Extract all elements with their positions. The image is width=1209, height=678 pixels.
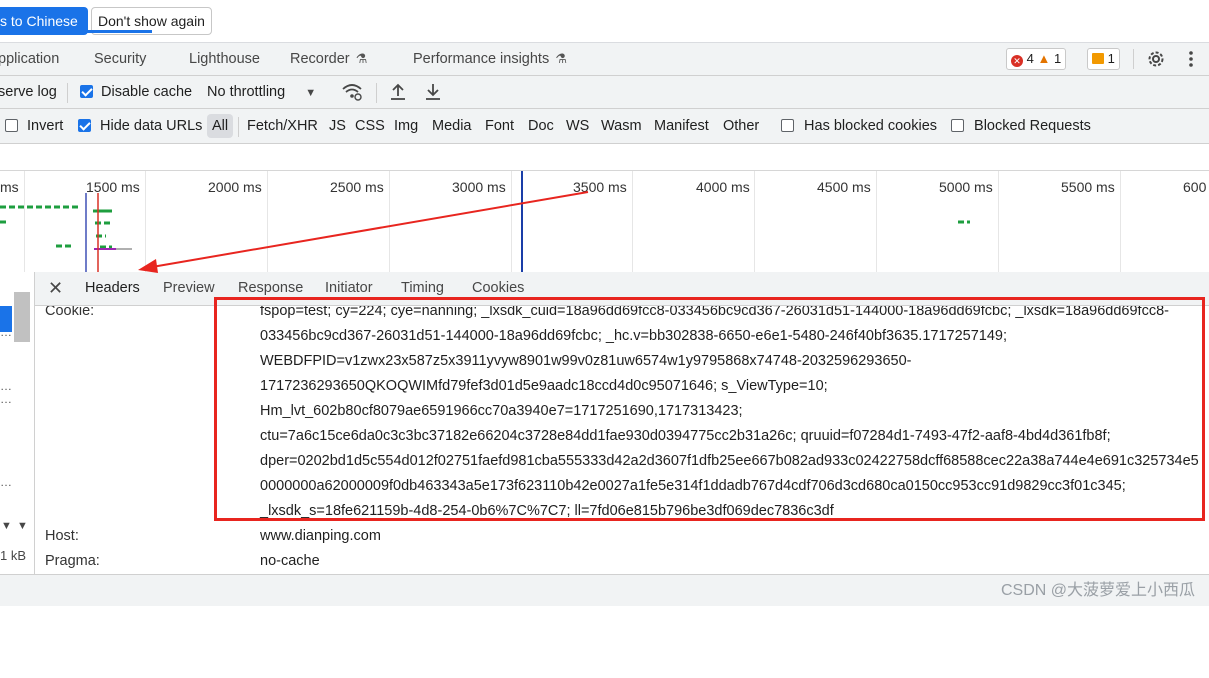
tab-security[interactable]: Security bbox=[94, 51, 146, 67]
filter-js[interactable]: JS bbox=[329, 118, 346, 134]
header-key-cookie: Cookie: bbox=[45, 306, 95, 319]
throttling-value: No throttling bbox=[207, 84, 286, 100]
network-toolbar: serve log Disable cache No throttling ▼ bbox=[0, 76, 1209, 109]
tab-headers[interactable]: Headers bbox=[85, 280, 140, 296]
row-truncation: … bbox=[0, 392, 12, 406]
more-options-icon[interactable] bbox=[1186, 50, 1196, 68]
blocked-requests-label: Blocked Requests bbox=[974, 118, 1091, 134]
issues-counter[interactable]: 1 bbox=[1087, 48, 1120, 70]
filter-other[interactable]: Other bbox=[723, 118, 759, 134]
flask-icon: ⚗ bbox=[355, 51, 368, 66]
issues-count: 1 bbox=[1107, 51, 1115, 66]
filter-ws[interactable]: WS bbox=[566, 118, 589, 134]
export-har-icon[interactable] bbox=[424, 82, 442, 102]
tab-preview[interactable]: Preview bbox=[163, 280, 215, 296]
tab-performance-insights-label: Performance insights bbox=[413, 51, 550, 67]
header-value-host: www.dianping.com bbox=[260, 528, 381, 544]
filter-doc[interactable]: Doc bbox=[528, 118, 554, 134]
filter-manifest[interactable]: Manifest bbox=[654, 118, 709, 134]
row-truncation: … bbox=[0, 379, 12, 393]
scrollbar-thumb[interactable] bbox=[14, 292, 30, 342]
header-value-pragma: no-cache bbox=[260, 553, 320, 569]
throttling-select[interactable]: No throttling ▼ bbox=[207, 84, 316, 100]
checkbox-checked-icon bbox=[78, 119, 91, 132]
console-counters[interactable]: ✕ 4 ▲ 1 bbox=[1006, 48, 1067, 70]
filter-bar: Invert Hide data URLs All Fetch/XHR JS C… bbox=[0, 109, 1209, 144]
tab-initiator[interactable]: Initiator bbox=[325, 280, 373, 296]
row-truncation: … bbox=[0, 475, 12, 489]
network-overview[interactable]: ms 1500 ms 2000 ms 2500 ms 3000 ms 3500 … bbox=[0, 170, 1209, 273]
tab-response[interactable]: Response bbox=[238, 280, 303, 296]
divider bbox=[238, 117, 239, 137]
flask-icon: ⚗ bbox=[555, 51, 567, 66]
filter-fetch-xhr[interactable]: Fetch/XHR bbox=[247, 118, 318, 134]
watermark: CSDN @大菠萝爱上小西瓜 bbox=[1000, 582, 1195, 599]
tab-cookies[interactable]: Cookies bbox=[472, 280, 524, 296]
disable-cache-label: Disable cache bbox=[101, 84, 193, 100]
warning-icon: ▲ bbox=[1037, 51, 1051, 66]
hide-data-urls-checkbox[interactable]: Hide data URLs bbox=[78, 118, 202, 134]
chevron-down-icon: ▼ bbox=[305, 87, 317, 99]
tab-application[interactable]: pplication bbox=[0, 51, 59, 67]
filter-css[interactable]: CSS bbox=[355, 118, 385, 134]
tab-timing[interactable]: Timing bbox=[401, 280, 444, 296]
filter-media[interactable]: Media bbox=[432, 118, 472, 134]
header-key-host: Host: bbox=[45, 528, 79, 544]
tab-performance-insights[interactable]: Performance insights ⚗ bbox=[413, 51, 567, 67]
tab-recorder-label: Recorder bbox=[290, 51, 350, 67]
invert-checkbox[interactable]: Invert bbox=[5, 118, 63, 134]
errors-count: 4 bbox=[1026, 51, 1034, 66]
tab-recorder[interactable]: Recorder ⚗ bbox=[290, 51, 367, 67]
checkbox-checked-icon bbox=[80, 85, 93, 98]
chevron-down-icon[interactable]: ▼ bbox=[1, 520, 12, 532]
gear-icon[interactable] bbox=[1146, 49, 1166, 69]
chevron-down-icon[interactable]: ▼ bbox=[17, 520, 28, 532]
divider bbox=[1133, 49, 1134, 69]
error-icon: ✕ bbox=[1011, 55, 1023, 67]
devtools-panel-tabs: pplication Security Lighthouse Recorder ⚗… bbox=[0, 43, 1209, 76]
active-tab-indicator bbox=[72, 30, 152, 33]
preserve-log-label[interactable]: serve log bbox=[0, 84, 57, 100]
tab-lighthouse[interactable]: Lighthouse bbox=[189, 51, 260, 67]
language-banner: s to Chinese Don't show again bbox=[0, 0, 1209, 43]
divider bbox=[67, 83, 68, 103]
filter-wasm[interactable]: Wasm bbox=[601, 118, 642, 134]
row-truncation: … bbox=[0, 325, 12, 339]
waterfall-overview-bars bbox=[0, 171, 970, 273]
import-har-icon[interactable] bbox=[389, 82, 407, 102]
checkbox-unchecked-icon bbox=[781, 119, 794, 132]
has-blocked-cookies-checkbox[interactable]: Has blocked cookies bbox=[781, 118, 937, 134]
filter-img[interactable]: Img bbox=[394, 118, 418, 134]
request-list[interactable]: … … … … ▼ ▼ 1 kB bbox=[0, 272, 35, 574]
close-icon[interactable]: ✕ bbox=[48, 278, 63, 299]
filter-all[interactable]: All bbox=[207, 114, 233, 138]
toolbar-spacer bbox=[0, 144, 1209, 170]
checkbox-unchecked-icon bbox=[5, 119, 18, 132]
network-conditions-icon[interactable] bbox=[340, 82, 364, 102]
has-blocked-cookies-label: Has blocked cookies bbox=[804, 118, 938, 134]
warnings-count: 1 bbox=[1053, 51, 1062, 66]
invert-label: Invert bbox=[27, 118, 64, 134]
transferred-size: 1 kB bbox=[0, 548, 27, 563]
blocked-requests-checkbox[interactable]: Blocked Requests bbox=[951, 118, 1091, 134]
list-item[interactable] bbox=[0, 660, 12, 678]
divider bbox=[376, 83, 377, 103]
header-key-pragma: Pragma: bbox=[45, 553, 100, 569]
checkbox-unchecked-icon bbox=[951, 119, 964, 132]
disable-cache-checkbox[interactable]: Disable cache bbox=[80, 84, 192, 100]
hide-data-urls-label: Hide data URLs bbox=[100, 118, 203, 134]
filter-font[interactable]: Font bbox=[485, 118, 514, 134]
annotation-box bbox=[214, 297, 1205, 521]
issue-icon bbox=[1092, 53, 1104, 64]
